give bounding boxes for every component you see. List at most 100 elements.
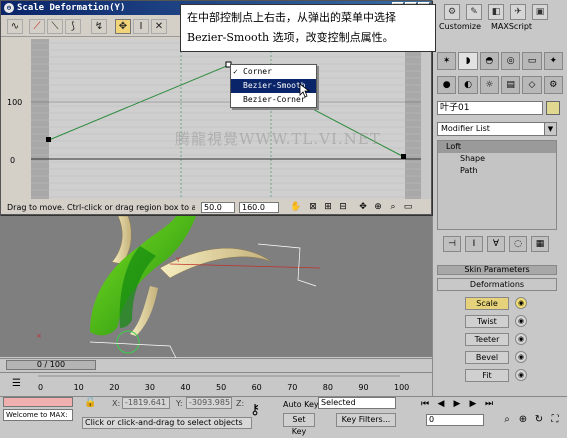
line-red-icon[interactable]: ⟋ <box>29 19 45 34</box>
svg-text:Y: Y <box>175 256 181 264</box>
maximize-icon[interactable]: ⛶ <box>548 413 562 427</box>
zoom-region-box-icon[interactable]: ▭ <box>401 201 415 213</box>
tool-icon-1[interactable]: ⚙ <box>444 4 460 20</box>
set-key-button[interactable]: Set Key <box>283 413 315 436</box>
line-dual-icon[interactable]: ⟍ <box>47 19 63 34</box>
bulb-icon[interactable]: ◉ <box>515 333 527 345</box>
tick-label: 100 <box>394 383 410 392</box>
perspective-viewport[interactable]: × Y <box>0 215 432 359</box>
tick-label: 20 <box>109 383 120 392</box>
mouse-pointer-icon <box>299 83 311 98</box>
y-label-100: 100 <box>7 98 22 107</box>
pan-icon[interactable]: ✋ <box>289 201 303 213</box>
track-bar[interactable]: ☰ 0 10 20 30 40 50 60 70 80 90 100 <box>0 372 432 394</box>
y-coord-field[interactable]: -3093.985 <box>186 397 232 409</box>
rollout-skin-parameters[interactable]: Skin Parameters <box>437 265 557 275</box>
y-value-field[interactable]: 160.0 <box>239 202 279 213</box>
deform-row-twist: Twist ◉ <box>465 314 545 328</box>
menu-item-corner[interactable]: ✓ Corner <box>231 65 316 79</box>
zoom-icon[interactable]: ✥ <box>356 201 370 213</box>
maxscript-listener[interactable]: Welcome to MAX: <box>3 409 73 421</box>
zoom-region-icon[interactable]: ⊕ <box>371 201 385 213</box>
scale-point-icon[interactable]: Ⅰ <box>133 19 149 34</box>
geometry-icon[interactable]: ● <box>437 76 457 94</box>
control-point-start[interactable] <box>46 137 51 142</box>
curve-icon[interactable]: ∿ <box>7 19 23 34</box>
play-icon[interactable]: ▶ <box>450 398 464 410</box>
prev-frame-icon[interactable]: ◀ <box>434 398 448 410</box>
bulb-icon[interactable]: ◉ <box>515 315 527 327</box>
goto-start-icon[interactable]: ⏮ <box>418 398 432 410</box>
zoom-icon[interactable]: ⌕ <box>500 413 514 427</box>
zoom-horizontal-icon[interactable]: ⊞ <box>321 201 335 213</box>
object-name-field[interactable]: 叶子01 <box>437 101 543 115</box>
key-filters-button[interactable]: Key Filters... <box>336 413 396 427</box>
lock-icon[interactable]: 🔒 <box>84 397 96 408</box>
time-slider[interactable]: 0 / 100 <box>6 360 96 370</box>
helpers-icon[interactable]: ◇ <box>522 76 542 94</box>
twist-button[interactable]: Twist <box>465 314 509 328</box>
deformation-graph[interactable]: 100 0 <box>1 39 431 199</box>
key-icon[interactable]: ⚷ <box>250 402 260 418</box>
bulb-icon[interactable]: ◉ <box>515 369 527 381</box>
make-unique-icon[interactable]: ∀ <box>487 236 505 252</box>
remove-modifier-icon[interactable]: ◌ <box>509 236 527 252</box>
fit-button[interactable]: Fit <box>465 368 509 382</box>
key-mode-select[interactable]: Selected <box>318 397 396 409</box>
insert-point-icon[interactable]: ↯ <box>91 19 107 34</box>
bulb-icon[interactable]: ◉ <box>515 351 527 363</box>
create-tab-icon[interactable]: ✶ <box>437 52 457 70</box>
time-slider-bar: 0 / 100 <box>0 358 432 370</box>
shapes-icon[interactable]: ◐ <box>458 76 478 94</box>
configure-sets-icon[interactable]: ▦ <box>531 236 549 252</box>
systems-icon[interactable]: ⚙ <box>543 76 563 94</box>
stack-item-path[interactable]: Path <box>438 165 556 177</box>
x-value-field[interactable]: 50.0 <box>201 202 235 213</box>
tick-label: 50 <box>216 383 227 392</box>
pin-stack-icon[interactable]: ⊣ <box>443 236 461 252</box>
next-frame-icon[interactable]: ▶ <box>466 398 480 410</box>
menu-customize[interactable]: Customize <box>439 22 481 31</box>
stack-item-loft[interactable]: Loft <box>438 141 556 153</box>
tick-label: 0 <box>38 383 44 392</box>
tool-icon-2[interactable]: ✎ <box>466 4 482 20</box>
modifier-list-label: Modifier List <box>441 124 490 133</box>
utilities-tab-icon[interactable]: ✦ <box>543 52 563 70</box>
hierarchy-tab-icon[interactable]: ◓ <box>479 52 499 70</box>
current-frame-field[interactable]: 0 <box>426 414 484 426</box>
arc-rotate-icon[interactable]: ↻ <box>532 413 546 427</box>
tool-icon-3[interactable]: ◧ <box>488 4 504 20</box>
tool-icon-5[interactable]: ▣ <box>532 4 548 20</box>
rollout-deformations[interactable]: Deformations <box>437 278 557 291</box>
scale-button[interactable]: Scale <box>465 296 509 310</box>
modify-tab-icon[interactable]: ◗ <box>458 52 478 70</box>
goto-end-icon[interactable]: ⏭ <box>482 398 496 410</box>
display-tab-icon[interactable]: ▭ <box>522 52 542 70</box>
maxscript-listener-top[interactable] <box>3 397 73 407</box>
deform-row-teeter: Teeter ◉ <box>465 332 545 346</box>
lights-icon[interactable]: ☼ <box>479 76 499 94</box>
cameras-icon[interactable]: ▤ <box>500 76 521 94</box>
stack-item-shape[interactable]: Shape <box>438 153 556 165</box>
magnify-icon[interactable]: ⌕ <box>386 201 400 213</box>
bevel-button[interactable]: Bevel <box>465 350 509 364</box>
insert-corner-icon[interactable]: ⟆ <box>65 19 81 34</box>
control-point-end[interactable] <box>401 154 406 159</box>
motion-tab-icon[interactable]: ◎ <box>500 52 521 70</box>
delete-point-icon[interactable]: ✕ <box>151 19 167 34</box>
show-end-result-icon[interactable]: Ⅰ <box>465 236 483 252</box>
auto-key-button[interactable]: Auto Key <box>283 400 319 409</box>
modifier-list-dropdown[interactable]: Modifier List ▼ <box>437 122 557 136</box>
x-coord-field[interactable]: -1819.641 <box>122 397 170 409</box>
move-control-point-icon[interactable]: ✥ <box>115 19 131 34</box>
zoom-all-icon[interactable]: ⊕ <box>516 413 530 427</box>
object-color-swatch[interactable] <box>546 101 560 115</box>
teeter-button[interactable]: Teeter <box>465 332 509 346</box>
zoom-vertical-icon[interactable]: ⊟ <box>336 201 350 213</box>
menu-maxscript[interactable]: MAXScript <box>491 22 532 31</box>
bulb-on-icon[interactable]: ◉ <box>515 297 527 309</box>
tool-icon-4[interactable]: ✈ <box>510 4 526 20</box>
zoom-extents-icon[interactable]: ⊠ <box>306 201 320 213</box>
tutorial-callout: 在中部控制点上右击，从弹出的菜单中选择 Bezier-Smooth 选项，改变控… <box>180 4 436 52</box>
tick-label: 90 <box>358 383 369 392</box>
